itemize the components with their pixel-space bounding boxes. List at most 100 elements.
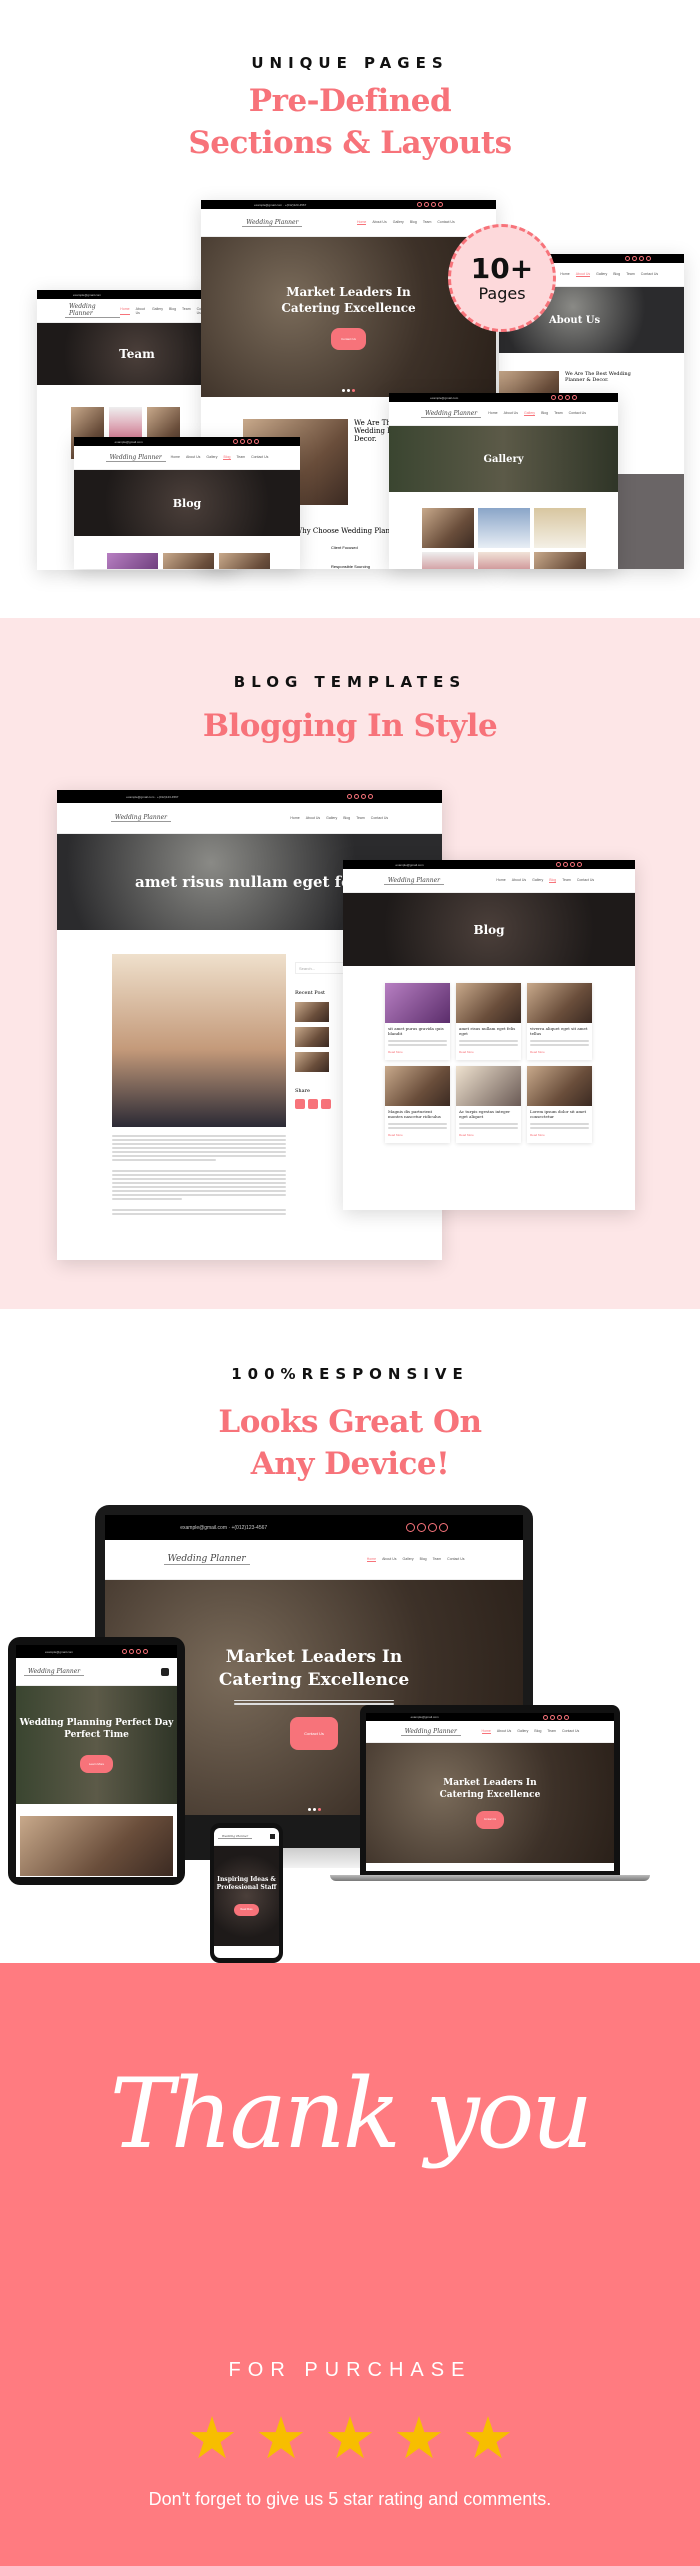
nav-item[interactable]: Team [237, 455, 246, 460]
facebook-icon[interactable] [295, 1099, 305, 1109]
pages-count-badge: 10+ Pages [448, 224, 556, 332]
topbar: example@gmail.com · +(012)123-4567 [57, 790, 442, 803]
nav-item[interactable]: Gallery [206, 455, 217, 460]
logo: Wedding Planner [105, 454, 166, 462]
nav-item[interactable]: Home [560, 272, 569, 277]
nav-item[interactable]: About Us [372, 220, 386, 225]
nav-item[interactable]: Home [488, 411, 497, 416]
nav-item[interactable]: Contact Us [251, 455, 268, 460]
contact-button[interactable]: Contact Us [475, 1811, 505, 1829]
gallery-image [534, 508, 586, 548]
nav-item[interactable]: Home [171, 455, 180, 460]
nav-item[interactable]: Home [356, 220, 367, 225]
blog-card[interactable]: Ac turpis egestas integer eget aliquet Re… [456, 1066, 521, 1143]
contact-button[interactable]: Contact Us [290, 1716, 338, 1750]
blog-card[interactable]: viverra aliquet eget sit amet tellus Read… [527, 983, 592, 1060]
hero-title: Blog [172, 496, 202, 510]
blog-card[interactable]: amet risus nullam eget felis eget Read Mo… [456, 983, 521, 1060]
twitter-icon[interactable] [308, 1099, 318, 1109]
nav-item[interactable]: Team [626, 272, 635, 277]
navbar: Wedding Planner Home About Us Gallery Blog Te… [74, 446, 300, 470]
nav-item[interactable]: Contact Us [641, 272, 658, 277]
laptop-screen: example@gmail.com Wedding Planner Home Abo… [366, 1713, 614, 1871]
nav-item[interactable]: About Us [136, 307, 146, 315]
nav-item[interactable]: Gallery [532, 878, 543, 883]
star-icon: ★ [462, 2406, 514, 2471]
nav-item[interactable]: About Us [512, 878, 526, 883]
hero-title: Gallery [483, 453, 524, 465]
nav-item[interactable]: Gallery [326, 816, 337, 820]
nav-list: Home About Us Gallery Blog Team Contact Us [171, 455, 268, 460]
menu-icon[interactable] [161, 1667, 169, 1676]
nav-item[interactable]: Contact Us [437, 220, 454, 225]
nav-item[interactable]: Team [433, 1557, 442, 1562]
nav-item[interactable]: Contact Us [447, 1557, 464, 1562]
share-icons [295, 1099, 331, 1109]
nav-item[interactable]: Blog [223, 455, 231, 460]
logo: Wedding Planner [383, 877, 444, 885]
blog-card[interactable]: sit amet purus gravida quis blandit Read … [385, 983, 450, 1060]
nav-item[interactable]: Home [496, 878, 505, 883]
nav-item[interactable]: Contact Us [569, 411, 586, 416]
gallery-image [534, 552, 586, 569]
tablet-hero: Wedding Planning Perfect Day Perfect Time… [16, 1686, 177, 1804]
star-icon: ★ [255, 2406, 307, 2471]
nav-item[interactable]: Blog [534, 1729, 541, 1734]
nav-list: Home About Us Gallery Blog Team Contact Us [488, 411, 586, 416]
nav-item[interactable]: Gallery [523, 411, 536, 416]
nav-item[interactable]: About Us [382, 1557, 396, 1562]
nav-item[interactable]: Gallery [517, 1729, 528, 1734]
nav-item[interactable]: About Us [575, 272, 591, 277]
nav-item[interactable]: Team [547, 1729, 556, 1734]
nav-item[interactable]: Contact Us [562, 1729, 579, 1734]
blog-card[interactable]: Magnis dis parturient montes nascetur ri… [385, 1066, 450, 1143]
topbar: example@gmail.com [16, 1645, 177, 1658]
tablet-about-photo [20, 1816, 173, 1876]
nav-item[interactable]: Contact Us [577, 878, 594, 883]
nav-item[interactable]: About Us [497, 1729, 511, 1734]
nav-item[interactable]: About Us [306, 816, 320, 820]
recent-post-thumb[interactable] [295, 1027, 329, 1047]
nav-item[interactable]: About Us [186, 455, 200, 460]
nav-item[interactable]: Gallery [393, 220, 404, 225]
contact-button[interactable]: Contact Us [331, 328, 366, 350]
nav-item[interactable]: Home [120, 307, 130, 315]
nav-item[interactable]: Blog [343, 816, 350, 820]
hero-title: About Us [549, 314, 601, 326]
nav-item[interactable]: Home [290, 816, 299, 820]
nav-item[interactable]: Blog [169, 307, 176, 315]
nav-list: Home About Us Gallery Blog Team Contact Us [560, 272, 658, 277]
learn-more-button[interactable]: Learn More [79, 1755, 114, 1773]
menu-icon[interactable] [270, 1834, 275, 1839]
recent-post-thumb[interactable] [295, 1002, 329, 1022]
instagram-icon [430, 202, 436, 207]
nav-item[interactable]: Home [366, 1557, 377, 1562]
nav-item[interactable]: Blog [541, 411, 548, 416]
nav-item[interactable]: Team [423, 220, 432, 225]
blog-card[interactable]: Lorem ipsum dolor sit amet consectetur Re… [527, 1066, 592, 1143]
hero-title: Team [119, 347, 155, 361]
nav-item[interactable]: Blog [613, 272, 620, 277]
nav-item[interactable]: Gallery [596, 272, 607, 277]
topbar: example@gmail.com [343, 860, 635, 869]
nav-item[interactable]: Team [356, 816, 365, 820]
nav-item[interactable]: Blog [549, 878, 557, 883]
nav-item[interactable]: Gallery [403, 1557, 414, 1562]
nav-item[interactable]: About Us [504, 411, 518, 416]
nav-item[interactable]: Blog [410, 220, 417, 225]
nav-item[interactable]: Home [481, 1729, 491, 1734]
nav-item[interactable]: Blog [420, 1557, 427, 1562]
read-more-button[interactable]: Read More [234, 1904, 259, 1916]
logo: Wedding Planner [242, 219, 303, 227]
laptop: example@gmail.com Wedding Planner Home Abo… [360, 1705, 620, 1875]
nav-item[interactable]: Contact Us [371, 816, 388, 820]
nav-item[interactable]: Team [562, 878, 571, 883]
recent-post-thumb[interactable] [295, 1052, 329, 1072]
linkedin-icon[interactable] [321, 1099, 331, 1109]
blog-page-mockup: example@gmail.com Wedding Planner Home Abo… [74, 437, 300, 569]
nav-item[interactable]: Team [182, 307, 191, 315]
section-headline: Pre-Defined Sections & Layouts [0, 80, 700, 164]
logo: Wedding Planner [65, 303, 121, 318]
nav-item[interactable]: Gallery [152, 307, 163, 315]
nav-item[interactable]: Team [554, 411, 563, 416]
